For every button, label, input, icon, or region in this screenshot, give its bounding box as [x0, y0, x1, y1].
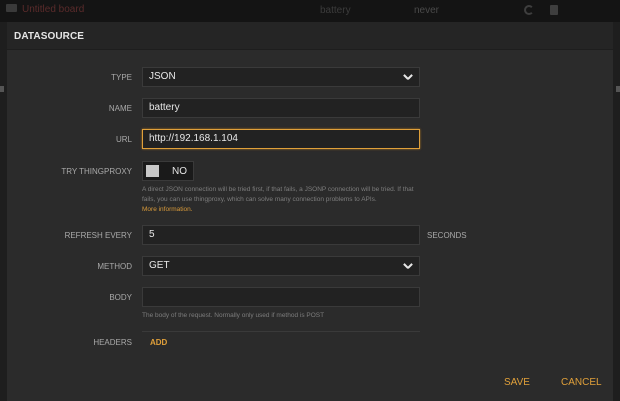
chevron-down-icon [404, 74, 412, 80]
refresh-input[interactable]: 5 [142, 225, 420, 245]
refresh-icon [524, 5, 534, 15]
toggle-knob [146, 165, 159, 177]
type-select[interactable]: JSON [142, 67, 420, 87]
method-label: METHOD [97, 262, 132, 271]
name-input[interactable]: battery [142, 98, 420, 118]
background-datasource-name: battery [320, 5, 351, 16]
trash-icon [550, 5, 558, 15]
type-value: JSON [149, 71, 176, 82]
dialog-title: DATASOURCE [7, 22, 613, 50]
url-value: http://192.168.1.104 [149, 133, 238, 144]
method-value: GET [149, 260, 170, 271]
chevron-down-icon [404, 263, 412, 269]
divider [142, 331, 420, 332]
datasource-dialog: DATASOURCE TYPE JSON NAME battery URL ht… [7, 22, 613, 401]
body-help: The body of the request. Normally only u… [142, 312, 325, 319]
background-header: Untitled board battery never [0, 0, 620, 22]
cancel-button[interactable]: CANCEL [561, 377, 602, 388]
more-information-link[interactable]: More information. [142, 205, 427, 215]
background-last-updated: never [414, 5, 440, 16]
body-label: BODY [109, 293, 132, 302]
refresh-unit: SECONDS [427, 231, 467, 240]
background-edge-mark [0, 86, 4, 92]
name-value: battery [149, 102, 180, 113]
background-edge-mark [616, 86, 620, 92]
headers-label: HEADERS [93, 338, 132, 347]
method-select[interactable]: GET [142, 256, 420, 276]
url-input[interactable]: http://192.168.1.104 [142, 129, 420, 149]
refresh-label: REFRESH EVERY [64, 231, 132, 240]
thingproxy-toggle[interactable]: NO [142, 161, 194, 181]
body-input[interactable] [142, 287, 420, 307]
add-header-button[interactable]: ADD [150, 338, 167, 347]
thingproxy-help: A direct JSON connection will be tried f… [142, 185, 427, 215]
folder-icon [6, 4, 17, 12]
save-button[interactable]: SAVE [504, 377, 530, 388]
type-label: TYPE [111, 73, 132, 82]
refresh-value: 5 [149, 229, 155, 240]
thingproxy-help-text: A direct JSON connection will be tried f… [142, 186, 414, 203]
toggle-state: NO [172, 166, 187, 177]
background-title: Untitled board [22, 4, 85, 15]
url-label: URL [115, 135, 132, 144]
name-label: NAME [108, 104, 132, 113]
thingproxy-label: TRY THINGPROXY [61, 167, 132, 176]
